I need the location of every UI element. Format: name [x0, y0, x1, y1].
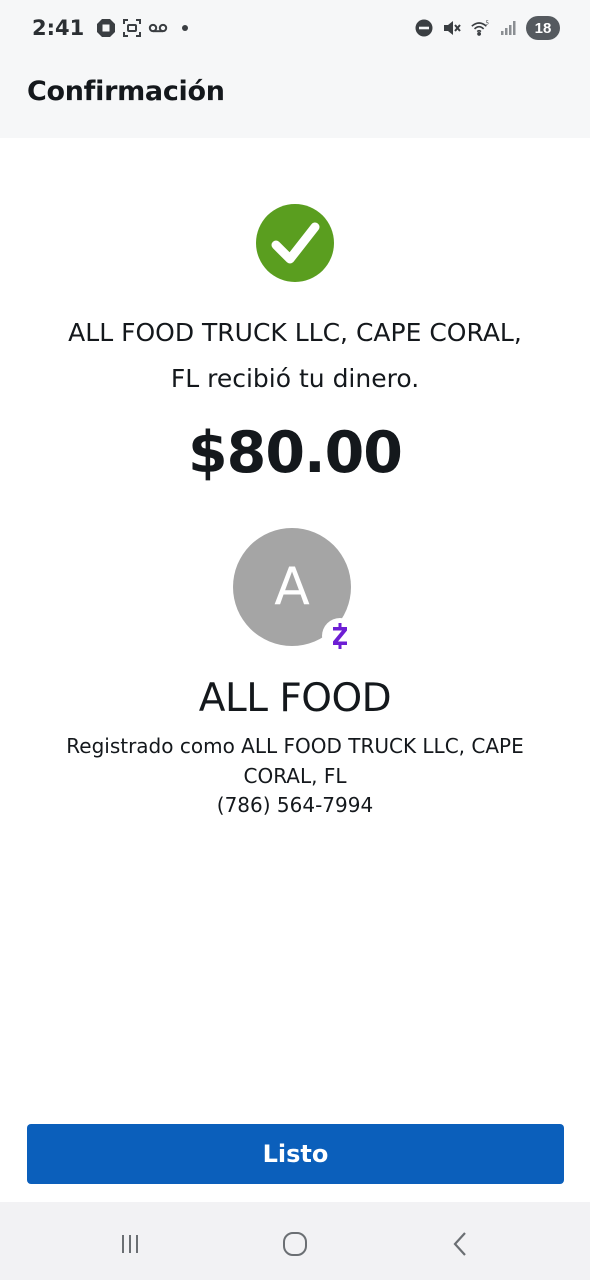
avatar-initial: A: [274, 557, 310, 617]
zelle-icon: [322, 618, 358, 654]
payment-amount: $80.00: [188, 420, 403, 486]
svg-text:5: 5: [485, 20, 488, 26]
registered-line2: CORAL, FL: [243, 764, 347, 788]
battery-indicator: 18: [526, 16, 560, 40]
wifi-icon: 5: [470, 18, 490, 38]
chase-icon: [96, 18, 116, 38]
back-icon[interactable]: [440, 1224, 480, 1264]
home-icon[interactable]: [275, 1224, 315, 1264]
confirmation-message-line1: ALL FOOD TRUCK LLC, CAPE CORAL,: [68, 318, 522, 347]
status-time: 2:41: [32, 16, 85, 40]
page-title: Confirmación: [27, 76, 225, 107]
confirmation-message-line2: FL recibió tu dinero.: [170, 364, 420, 393]
status-bar-right: 5 18: [414, 14, 560, 42]
registered-line1: Registrado como ALL FOOD TRUCK LLC, CAPE: [66, 734, 524, 758]
check-circle-icon: [255, 203, 335, 283]
signal-icon: [498, 18, 518, 38]
recipient-name: ALL FOOD: [198, 676, 392, 721]
system-nav-bar: [0, 1202, 590, 1280]
confirmation-message: ALL FOOD TRUCK LLC, CAPE CORAL, FL recib…: [30, 310, 560, 402]
mute-icon: [442, 18, 462, 38]
voicemail-icon: [148, 18, 168, 38]
recipient-phone: (786) 564-7994: [216, 793, 374, 817]
status-bar-left: 2:41: [32, 14, 189, 42]
status-bar: 2:41 5 18: [0, 0, 590, 56]
dnd-icon: [414, 18, 434, 38]
app-header: Confirmación: [0, 56, 590, 138]
confirmation-screen: 2:41 5 18 Confirmación ALL FOOD TRUCK LL…: [0, 0, 590, 1280]
screenshot-icon: [122, 18, 142, 38]
notification-dot-icon: [182, 25, 189, 31]
done-button[interactable]: Listo: [27, 1124, 564, 1184]
recents-icon[interactable]: [110, 1224, 150, 1264]
registered-as-text: Registrado como ALL FOOD TRUCK LLC, CAPE…: [45, 731, 545, 791]
